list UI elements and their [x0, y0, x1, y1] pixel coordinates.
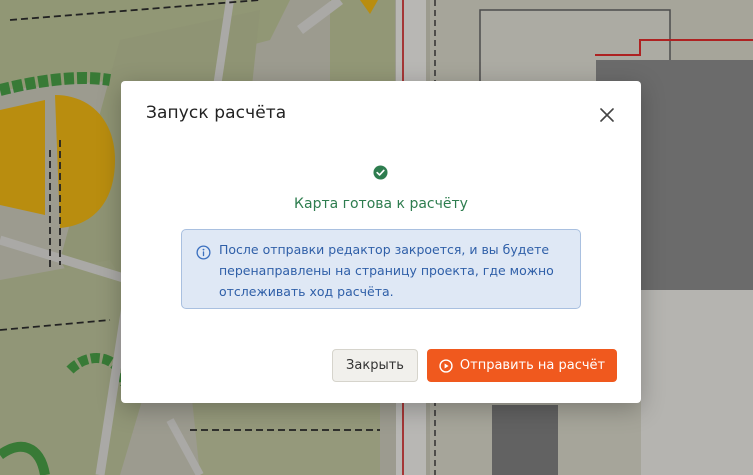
info-icon — [196, 245, 211, 260]
submit-button-label: Отправить на расчёт — [459, 358, 606, 373]
dialog-title: Запуск расчёта — [146, 103, 287, 123]
check-circle-icon — [373, 165, 388, 180]
submit-calculation-button[interactable]: Отправить на расчёт — [427, 349, 617, 382]
close-icon — [600, 108, 614, 122]
run-calculation-dialog: Запуск расчёта Карта готова к расчёту По… — [121, 81, 641, 403]
close-dialog-button[interactable]: Закрыть — [332, 349, 418, 382]
info-alert: После отправки редактор закроется, и вы … — [181, 229, 581, 309]
info-message: После отправки редактор закроется, и вы … — [219, 242, 554, 299]
close-button[interactable] — [595, 103, 619, 127]
status-message: Карта готова к расчёту — [294, 196, 468, 212]
play-circle-icon — [439, 358, 453, 373]
